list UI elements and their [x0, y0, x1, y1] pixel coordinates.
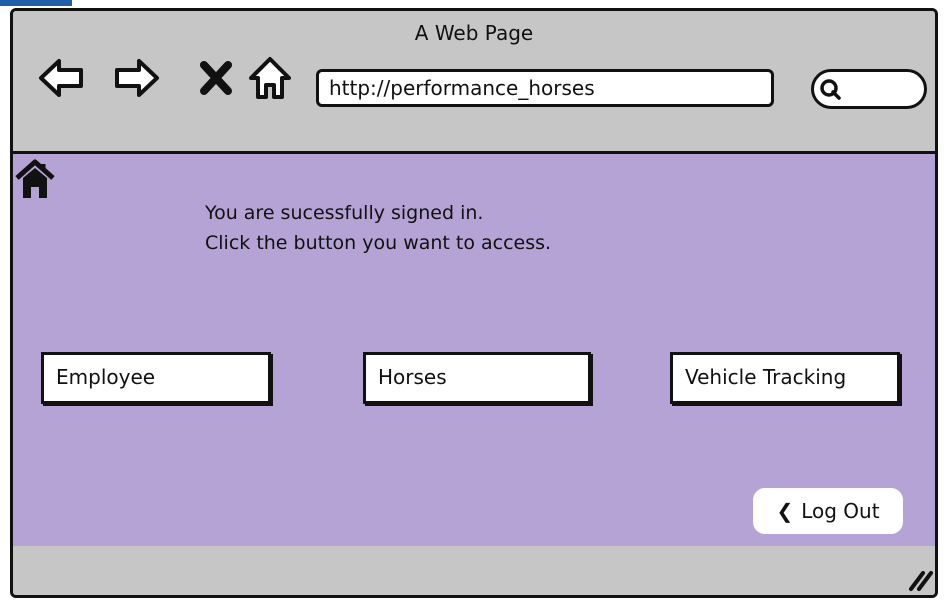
horses-button[interactable]: Horses: [363, 352, 591, 404]
main-content: You are sucessfully signed in. Click the…: [13, 154, 935, 552]
url-input[interactable]: http://performance_horses: [316, 69, 774, 107]
forward-arrow-icon[interactable]: [111, 53, 161, 103]
window-title: A Web Page: [414, 21, 534, 45]
status-bar: [13, 546, 935, 595]
browser-window: A Web Page http://performance_horses You…: [10, 8, 938, 598]
chevron-left-icon: ❮: [776, 499, 794, 523]
browser-toolbar: A Web Page http://performance_horses: [13, 11, 935, 154]
close-x-icon[interactable]: [191, 53, 241, 103]
home-filled-icon[interactable]: [15, 158, 55, 200]
search-input[interactable]: [811, 69, 927, 109]
resize-grip-icon[interactable]: [903, 563, 933, 593]
back-arrow-icon[interactable]: [37, 53, 87, 103]
corner-tab: [0, 0, 72, 6]
logout-button[interactable]: ❮ Log Out: [753, 488, 903, 534]
employee-button[interactable]: Employee: [41, 352, 271, 404]
home-outline-icon[interactable]: [245, 53, 295, 103]
message-line-2: Click the button you want to access.: [205, 232, 552, 254]
vehicle-tracking-button[interactable]: Vehicle Tracking: [670, 352, 900, 404]
message-line-1: You are sucessfully signed in.: [205, 202, 484, 224]
signin-message: You are sucessfully signed in. Click the…: [205, 198, 551, 258]
search-icon: [820, 79, 841, 100]
logout-label: Log Out: [801, 499, 880, 523]
